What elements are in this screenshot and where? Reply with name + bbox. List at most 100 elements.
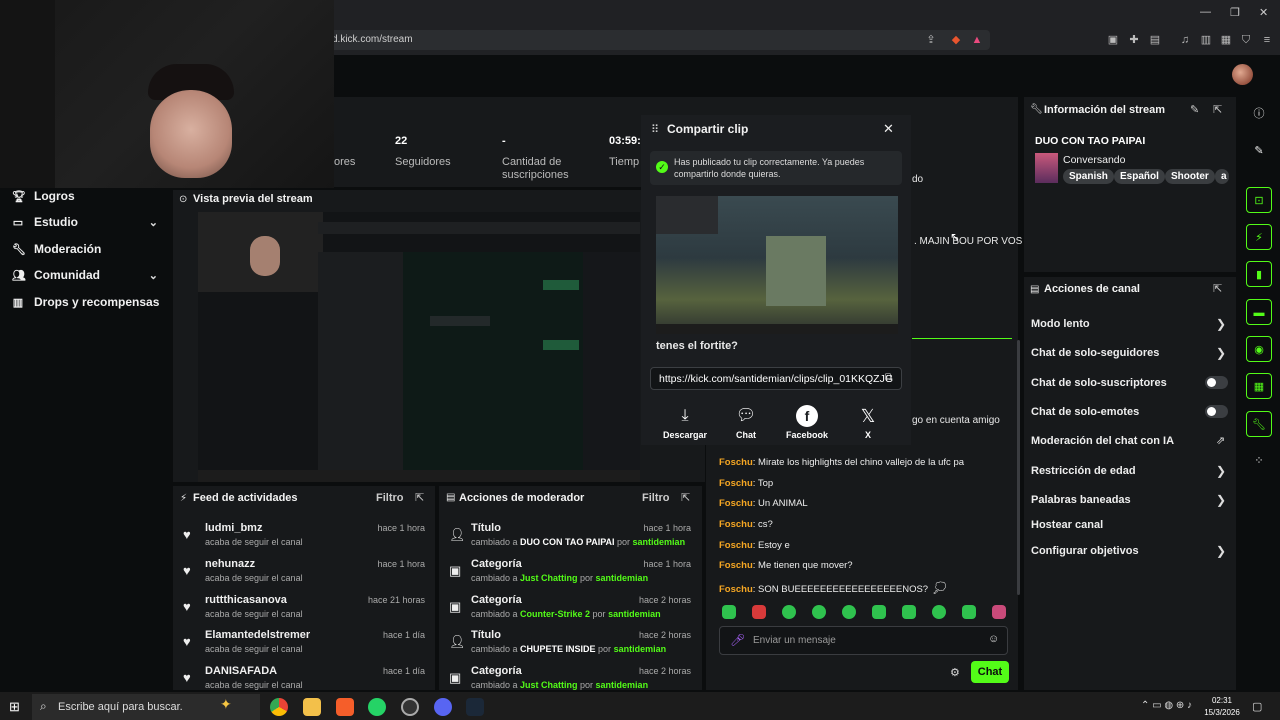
popout-icon[interactable]: ⇱ — [1213, 282, 1222, 295]
clip-webcam — [656, 196, 718, 234]
banned-words-action[interactable]: Palabras baneadas — [1031, 494, 1131, 506]
file-icon[interactable]: ▮ — [1246, 261, 1272, 287]
clock-time[interactable]: 02:31 — [1204, 696, 1240, 705]
share-x-button[interactable]: X — [843, 430, 893, 440]
nodes-icon[interactable]: ⁘ — [1246, 448, 1272, 474]
mod-filter-button[interactable]: Filtro — [642, 492, 670, 504]
extension-icon[interactable]: ▣ — [1106, 33, 1120, 47]
popout-icon[interactable]: ⇱ — [681, 491, 690, 504]
ai-moderation-action[interactable]: Moderación del chat con IA — [1031, 435, 1174, 447]
chevron-right-icon[interactable]: ❯ — [1216, 346, 1226, 360]
x-icon[interactable]: 𝕏 — [857, 405, 879, 427]
chevron-right-icon[interactable]: ❯ — [1216, 317, 1226, 331]
address-bar[interactable]: d.kick.com/stream — [320, 30, 990, 50]
emote-icon[interactable] — [902, 605, 916, 619]
emote-icon[interactable] — [992, 605, 1006, 619]
nav-item-estudio[interactable]: ▭ Estudio ⌄ — [12, 213, 158, 231]
stream-category[interactable]: Conversando — [1063, 154, 1125, 166]
brave-rewards-icon[interactable]: ▲ — [970, 33, 984, 47]
emotes-only-toggle[interactable] — [1205, 405, 1228, 418]
send-chat-button[interactable]: Chat — [971, 661, 1009, 683]
edit-icon[interactable]: ✎ — [1190, 103, 1199, 116]
nav-item-logros[interactable]: 🏆︎ Logros — [12, 187, 75, 205]
emote-icon[interactable] — [962, 605, 976, 619]
nav-item-moderacion[interactable]: 🔧︎ Moderación — [12, 240, 101, 258]
nav-item-comunidad[interactable]: 👥︎ Comunidad ⌄ — [12, 266, 158, 284]
chat-input[interactable]: 🎤︎ Enviar un mensaje ☺ — [719, 626, 1008, 655]
slow-mode-action[interactable]: Modo lento — [1031, 318, 1090, 330]
subscribers-only-toggle[interactable] — [1205, 376, 1228, 389]
close-icon[interactable]: ✕ — [883, 121, 894, 137]
broadcast-icon[interactable]: ◉ — [1246, 336, 1272, 362]
folder-icon[interactable] — [303, 698, 321, 716]
emote-icon[interactable] — [782, 605, 796, 619]
avatar[interactable] — [1232, 64, 1253, 85]
host-channel-action[interactable]: Hostear canal — [1031, 519, 1103, 531]
windows-start-icon[interactable]: ⊞ — [9, 699, 20, 715]
stream-preview[interactable] — [198, 212, 640, 482]
emote-icon[interactable] — [752, 605, 766, 619]
steam-icon[interactable] — [466, 698, 484, 716]
discord-icon[interactable] — [434, 698, 452, 716]
whatsapp-icon[interactable] — [368, 698, 386, 716]
gear-icon[interactable]: ⚙ — [950, 666, 960, 679]
download-icon[interactable]: ⤓ — [674, 405, 696, 427]
emote-icon[interactable] — [842, 605, 856, 619]
chrome-icon[interactable] — [270, 698, 288, 716]
goals-action[interactable]: Configurar objetivos — [1031, 545, 1139, 557]
media-icon[interactable]: ▤ — [1148, 33, 1162, 47]
wrench-icon[interactable]: 🔧︎ — [1246, 411, 1272, 437]
followers-only-action[interactable]: Chat de solo-seguidores — [1031, 347, 1159, 359]
clip-thumbnail[interactable] — [656, 196, 898, 334]
copilot-icon[interactable]: ✦ — [220, 696, 232, 713]
close-window-icon[interactable]: ✕ — [1259, 6, 1268, 19]
layout-icon[interactable]: ▦ — [1246, 373, 1272, 399]
share-page-icon[interactable]: ⇪ — [924, 33, 938, 47]
obs-icon[interactable] — [401, 698, 419, 716]
emoji-icon[interactable]: ☺ — [988, 633, 999, 645]
chevron-right-icon[interactable]: ❯ — [1216, 464, 1226, 478]
minimize-icon[interactable]: — — [1200, 6, 1211, 18]
menu-icon[interactable]: ≡ — [1260, 33, 1274, 47]
clock-date[interactable]: 15/3/2026 — [1204, 708, 1240, 717]
emote-icon[interactable] — [722, 605, 736, 619]
share-facebook-button[interactable]: Facebook — [782, 430, 832, 440]
brave-shield-icon[interactable]: ◆ — [949, 33, 963, 47]
share-chat-button[interactable]: Chat — [721, 430, 771, 440]
emote-icon[interactable] — [932, 605, 946, 619]
tray-icons[interactable]: ⌃ ▭ ◍ ⊕ ♪ — [1141, 700, 1192, 711]
chevron-right-icon[interactable]: ❯ — [1216, 493, 1226, 507]
popout-icon[interactable]: ⇱ — [415, 491, 424, 504]
emote-icon[interactable] — [812, 605, 826, 619]
edit-icon[interactable]: ✎ — [1246, 138, 1272, 164]
vpn-icon[interactable]: ⛉ — [1239, 33, 1253, 47]
music-icon[interactable]: ♫ — [1178, 33, 1192, 47]
microphone-icon[interactable]: 🎤︎ — [730, 633, 745, 647]
clip-icon[interactable]: ⊡ — [1246, 187, 1272, 213]
popout-icon[interactable]: ⇱ — [1213, 103, 1222, 116]
chevron-right-icon[interactable]: ❯ — [1216, 544, 1226, 558]
download-button[interactable]: Descargar — [660, 430, 710, 440]
emote-icon[interactable] — [872, 605, 886, 619]
drag-handle-icon[interactable]: ⠿ — [651, 123, 659, 136]
nav-item-drops[interactable]: ▥ Drops y recompensas — [12, 293, 160, 311]
lightning-icon[interactable]: ⚡︎ — [1246, 224, 1272, 250]
external-link-icon[interactable]: ⇗ — [1216, 434, 1225, 447]
info-icon[interactable]: ⓘ — [1246, 101, 1272, 127]
facebook-icon[interactable]: f — [796, 405, 818, 427]
feed-filter-button[interactable]: Filtro — [376, 492, 404, 504]
clip-link-field[interactable]: https://kick.com/santidemian/clips/clip_… — [650, 367, 902, 390]
puzzle-icon[interactable]: ✚ — [1127, 33, 1141, 47]
chat-bubble-icon[interactable]: ▬ — [1246, 299, 1272, 325]
studio-icon: ▭ — [12, 216, 24, 229]
category-thumbnail[interactable] — [1035, 153, 1058, 183]
age-restriction-action[interactable]: Restricción de edad — [1031, 465, 1136, 477]
restore-icon[interactable]: ❐ — [1230, 6, 1240, 19]
wallet-icon[interactable]: ▦ — [1219, 33, 1233, 47]
sidebar-icon[interactable]: ▥ — [1199, 33, 1213, 47]
chat-scrollbar[interactable] — [1017, 340, 1020, 595]
chat-icon[interactable]: 💬︎ — [735, 405, 757, 427]
brave-icon[interactable] — [336, 698, 354, 716]
copy-icon[interactable]: ⧉ — [885, 372, 892, 383]
notification-icon[interactable]: ▢ — [1252, 700, 1262, 713]
